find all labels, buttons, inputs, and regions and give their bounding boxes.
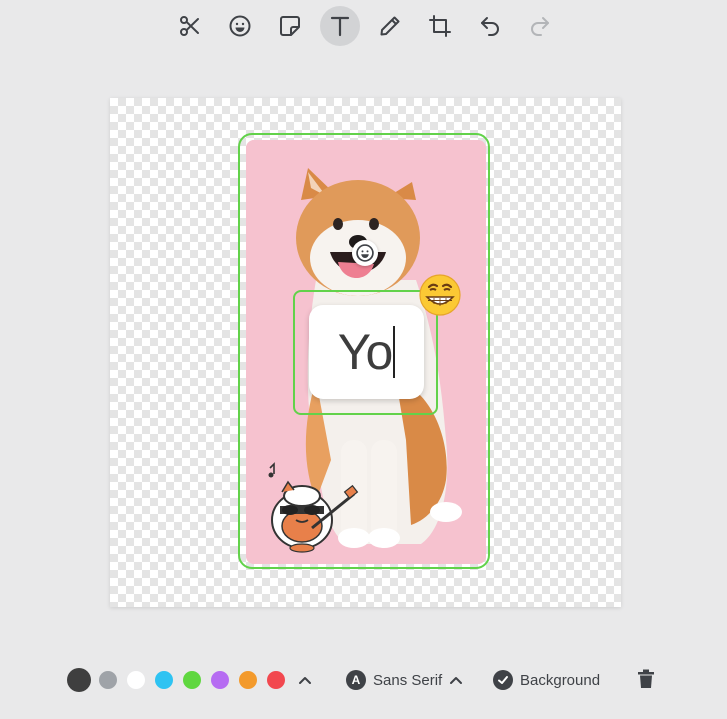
text-style-bar: A Sans Serif Background — [0, 655, 727, 705]
color-swatch-gray[interactable] — [99, 671, 117, 689]
color-swatch-white[interactable] — [127, 671, 145, 689]
chevron-up-icon[interactable] — [298, 673, 312, 687]
text-sticker[interactable]: Yo — [309, 305, 424, 399]
color-swatch-red[interactable] — [267, 671, 285, 689]
text-sticker-content[interactable]: Yo — [338, 323, 394, 381]
sticker-smiley[interactable] — [352, 240, 378, 266]
smiling-face-icon — [356, 244, 374, 262]
text-tool-button[interactable] — [320, 6, 360, 46]
scissors-icon — [180, 16, 199, 36]
color-swatch-orange[interactable] — [239, 671, 257, 689]
font-selector[interactable]: A Sans Serif — [346, 669, 463, 691]
editor-toolbar — [0, 0, 727, 52]
redo-icon — [531, 17, 549, 36]
pencil-button[interactable] — [370, 6, 410, 46]
color-swatch-sky-blue[interactable] — [155, 671, 173, 689]
scissors-button[interactable] — [170, 6, 210, 46]
check-icon — [493, 670, 513, 690]
chevron-up-icon — [450, 677, 463, 684]
color-swatch-purple[interactable] — [211, 671, 229, 689]
undo-button[interactable] — [470, 6, 510, 46]
undo-icon — [481, 17, 499, 36]
crop-button[interactable] — [420, 6, 460, 46]
background-label: Background — [520, 671, 601, 689]
font-label: Sans Serif — [373, 671, 443, 689]
redo-button[interactable] — [520, 6, 560, 46]
text-caret — [393, 326, 396, 378]
emoji-icon — [229, 15, 251, 37]
text-icon — [330, 16, 350, 37]
color-swatch-dark-gray[interactable] — [67, 668, 91, 692]
sticker-icon — [280, 16, 300, 36]
trash-icon[interactable] — [637, 669, 655, 689]
sticker-button[interactable] — [270, 6, 310, 46]
font-icon: A — [346, 670, 366, 690]
grinning-face-emoji[interactable] — [418, 273, 462, 317]
hamster-guitar-sticker[interactable] — [262, 458, 360, 556]
background-toggle[interactable]: Background — [493, 669, 600, 691]
emoji-button[interactable] — [220, 6, 260, 46]
color-swatch-green[interactable] — [183, 671, 201, 689]
pencil-icon — [380, 16, 400, 36]
crop-icon — [429, 15, 451, 37]
